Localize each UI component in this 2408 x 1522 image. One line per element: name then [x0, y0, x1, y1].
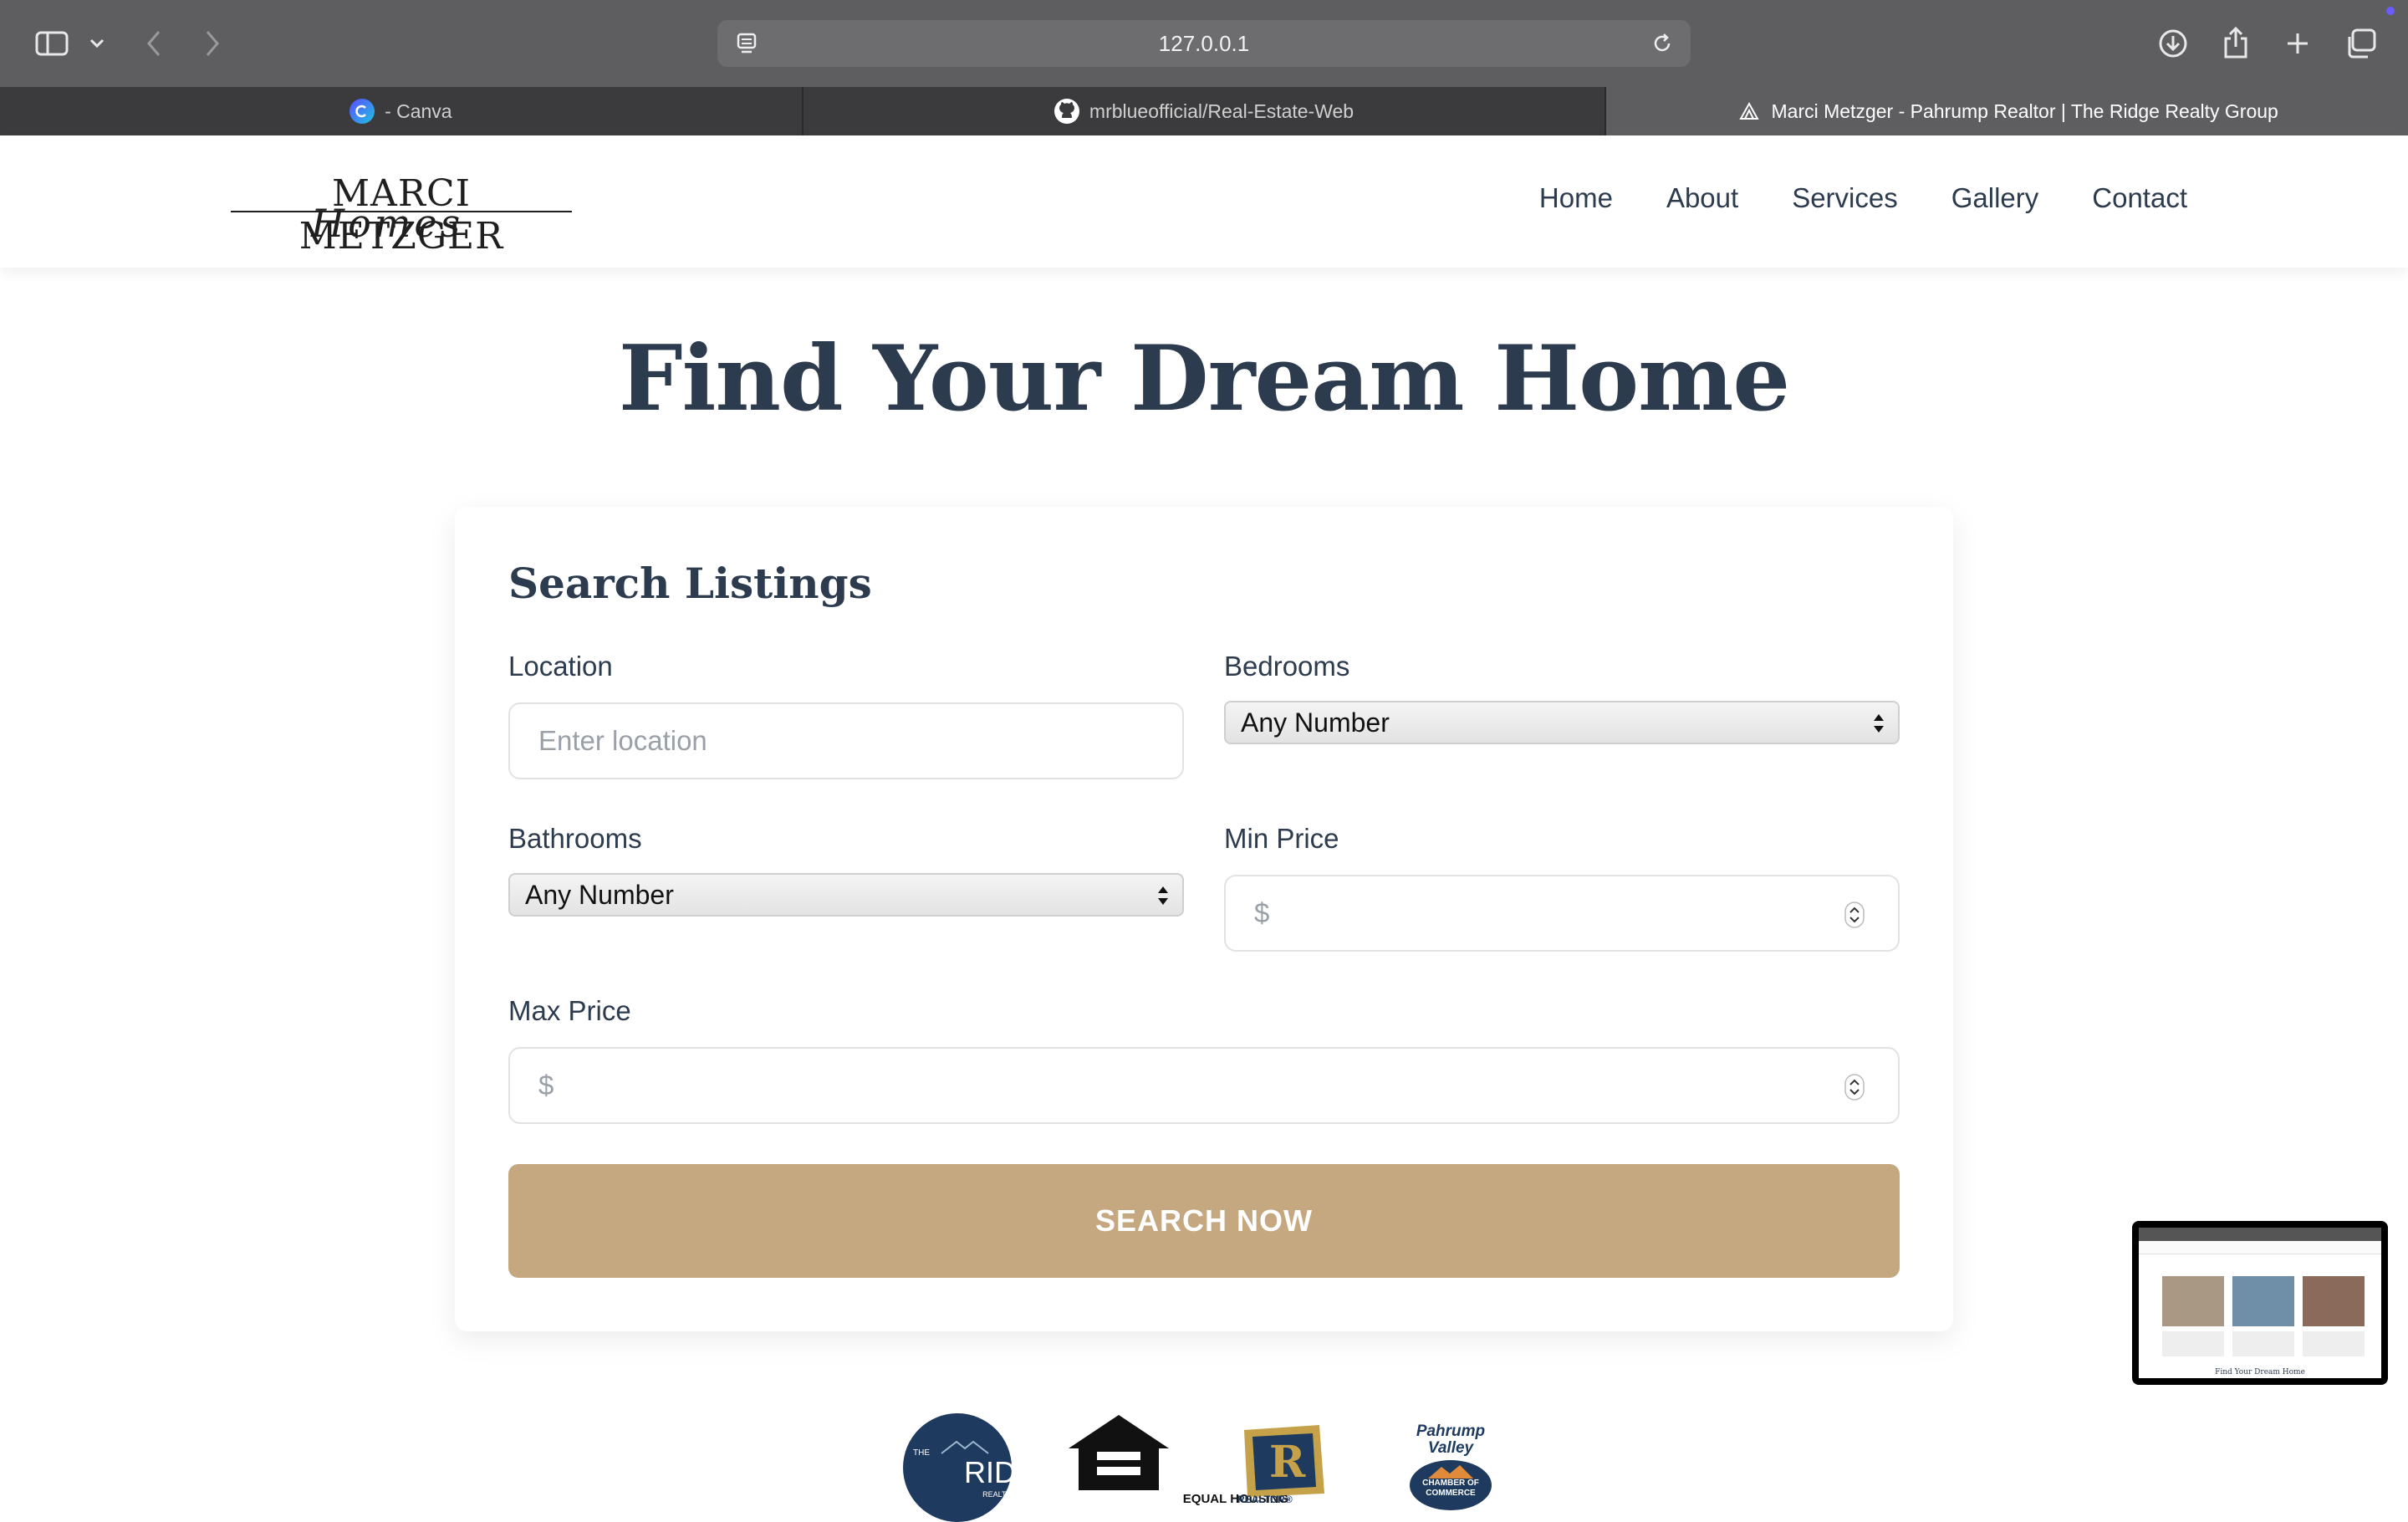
chamber-title-2: Valley [1427, 1439, 1474, 1457]
thumbnail-text-block [2303, 1331, 2365, 1356]
search-card: Search Listings Location Bedrooms Any Nu… [455, 507, 1953, 1331]
forward-icon[interactable] [199, 23, 226, 64]
thumbnail-toolbar [2139, 1228, 2381, 1241]
location-label: Location [508, 651, 613, 682]
tab-canva[interactable]: - Canva [0, 87, 804, 135]
tab-github[interactable]: mrblueofficial/Real-Estate-Web [804, 87, 1607, 135]
bedrooms-select[interactable]: Any Number [1224, 701, 1900, 744]
back-icon[interactable] [140, 23, 167, 64]
max-price-input[interactable]: $ [508, 1047, 1900, 1124]
search-title: Search Listings [508, 559, 872, 608]
tab-bar: - Canva mrblueofficial/Real-Estate-Web M… [0, 87, 2408, 135]
ridge-realty-logo: THE RIDGE REALTY GROUP [903, 1413, 1059, 1522]
ridge-main-text: RIDGE [963, 1455, 1059, 1489]
nav-services[interactable]: Services [1792, 182, 1898, 214]
nav-home[interactable]: Home [1539, 182, 1613, 214]
chamber-title-1: Pahrump [1416, 1422, 1486, 1440]
select-arrows-icon [1871, 711, 1886, 743]
thumbnail-tile [2232, 1276, 2294, 1326]
url-text: 127.0.0.1 [1158, 30, 1250, 56]
max-price-label: Max Price [508, 995, 631, 1026]
reload-icon[interactable] [1650, 32, 1674, 61]
tab-overview-icon[interactable] [2343, 23, 2378, 64]
stepper-icon[interactable] [1844, 901, 1865, 935]
site-header: MARCI METZGER Homes Home About Services … [0, 135, 2408, 268]
search-now-button[interactable]: SEARCH NOW [508, 1164, 1900, 1278]
main-nav: Home About Services Gallery Contact [1539, 182, 2187, 214]
ridge-top-text: THE [913, 1448, 930, 1458]
location-input[interactable] [508, 702, 1184, 779]
bedrooms-value: Any Number [1241, 707, 1390, 738]
bathrooms-select[interactable]: Any Number [508, 873, 1184, 917]
thumbnail-tile [2162, 1276, 2224, 1326]
github-icon [1054, 99, 1079, 124]
chamber-oval: CHAMBER OF COMMERCE [1410, 1460, 1492, 1510]
realtor-favicon-icon [1737, 99, 1762, 124]
logo-script: Homes [311, 201, 464, 246]
site-settings-icon[interactable] [736, 32, 758, 61]
max-price-placeholder: $ [538, 1070, 554, 1101]
chevron-down-icon[interactable] [87, 23, 107, 64]
status-dot [2386, 7, 2395, 15]
tab-label: mrblueofficial/Real-Estate-Web [1089, 100, 1354, 122]
chamber-sub-text: CHAMBER OF COMMERCE [1422, 1479, 1479, 1498]
tab-label: - Canva [385, 100, 452, 122]
browser-toolbar: 127.0.0.1 [0, 0, 2408, 87]
select-arrows-icon [1156, 883, 1171, 915]
ridge-sub-text: REALTY GROUP [982, 1490, 1041, 1499]
stepper-icon[interactable] [1844, 1074, 1865, 1107]
tab-label: Marci Metzger - Pahrump Realtor | The Ri… [1771, 100, 2278, 122]
thumbnail-tile [2303, 1276, 2365, 1326]
min-price-label: Min Price [1224, 823, 1339, 854]
canva-icon [349, 99, 375, 124]
bathrooms-value: Any Number [525, 879, 674, 910]
thumbnail-text-block [2162, 1331, 2224, 1356]
downloads-icon[interactable] [2155, 23, 2191, 64]
thumbnail-content: Find Your Dream Home [2139, 1228, 2381, 1378]
bathrooms-label: Bathrooms [508, 823, 642, 854]
nav-gallery[interactable]: Gallery [1951, 182, 2039, 214]
tab-marci-metzger[interactable]: Marci Metzger - Pahrump Realtor | The Ri… [1606, 87, 2408, 135]
new-tab-icon[interactable] [2281, 23, 2314, 64]
min-price-placeholder: $ [1254, 897, 1270, 928]
sidebar-toggle-icon[interactable] [32, 23, 72, 64]
nav-contact[interactable]: Contact [2092, 182, 2187, 214]
thumbnail-footer-text: Find Your Dream Home [2215, 1368, 2305, 1376]
thumbnail-text-block [2232, 1331, 2294, 1356]
window-preview-thumbnail[interactable]: Find Your Dream Home [2132, 1221, 2388, 1385]
pahrump-chamber-logo: Pahrump Valley CHAMBER OF COMMERCE [1405, 1422, 1497, 1510]
site-logo[interactable]: MARCI METZGER Homes [231, 172, 572, 258]
address-bar[interactable]: 127.0.0.1 [717, 20, 1691, 67]
thumbnail-header [2139, 1241, 2381, 1254]
realtor-logo: R REALTOR® [1232, 1422, 1333, 1505]
nav-about[interactable]: About [1666, 182, 1738, 214]
min-price-input[interactable]: $ [1224, 875, 1900, 952]
equal-housing-logo: EQUAL HOUSING [1060, 1412, 1288, 1506]
page-title: Find Your Dream Home [618, 326, 1790, 432]
realtor-text: REALTOR® [1237, 1494, 1293, 1505]
share-icon[interactable] [2219, 23, 2252, 64]
bedrooms-label: Bedrooms [1224, 651, 1350, 682]
svg-text:R: R [1269, 1437, 1306, 1488]
